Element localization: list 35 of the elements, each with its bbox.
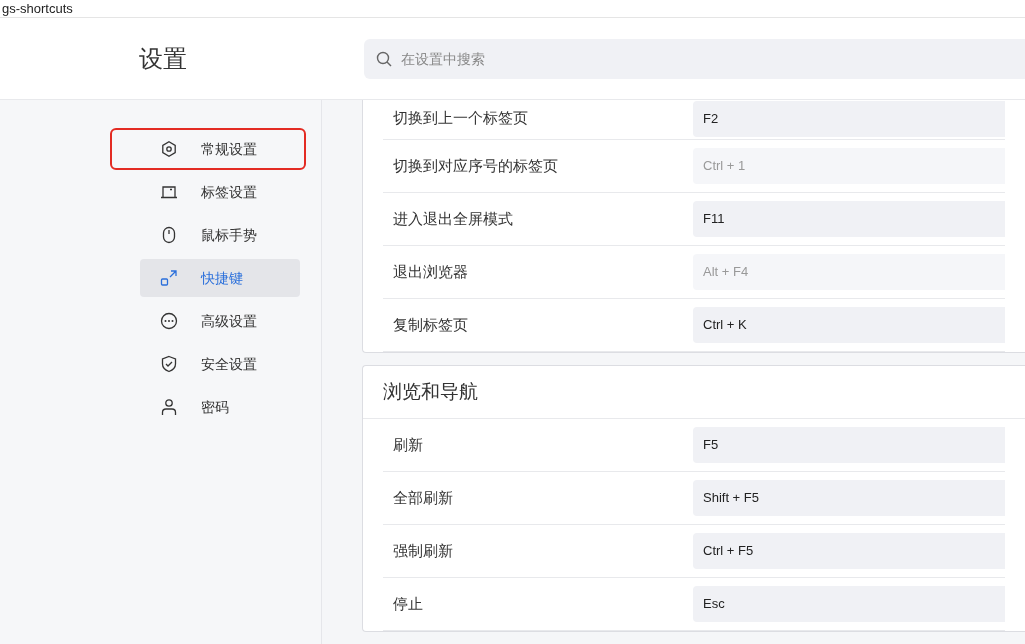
shortcut-field[interactable]: F11 [693,201,1005,237]
page-title: 设置 [139,43,187,74]
shortcut-icon [160,269,178,287]
shortcut-field[interactable]: Ctrl + K [693,307,1005,343]
search-icon [376,50,392,67]
shortcut-label: 强制刷新 [392,540,454,561]
shortcut-field[interactable]: F2 [693,100,1005,137]
sidebar-item[interactable]: 标签设置 [140,173,300,211]
shortcut-field[interactable]: Esc [693,586,1005,622]
shortcut-label: 刷新 [392,434,424,455]
user-icon [160,398,178,416]
tab-icon [160,183,178,201]
sidebar-item[interactable]: 高级设置 [140,302,300,340]
more-icon [160,312,178,330]
window-title: gs-shortcuts [1,0,73,17]
shortcut-label: 切换到对应序号的标签页 [392,155,559,176]
section-title: 浏览和导航 [383,379,478,404]
mouse-icon [160,226,178,244]
sidebar-item[interactable]: 密码 [140,388,300,426]
search-field[interactable]: 在设置中搜索 [364,38,1025,79]
shield-icon [160,355,178,373]
shortcut-field[interactable]: F5 [693,427,1005,463]
sidebar-item[interactable]: 鼠标手势 [140,216,300,254]
hexagon-icon [160,140,178,158]
shortcut-label: 退出浏览器 [392,261,469,282]
shortcut-label: 停止 [392,593,424,614]
shortcut-label: 全部刷新 [392,487,454,508]
shortcut-field[interactable]: Shift + F5 [693,480,1005,516]
shortcut-label: 切换到上一个标签页 [392,108,529,129]
shortcut-field[interactable]: Ctrl + F5 [693,533,1005,569]
shortcut-label: 复制标签页 [392,314,469,335]
sidebar-item[interactable]: 常规设置 [112,130,304,168]
sidebar-item[interactable]: 安全设置 [140,345,300,383]
shortcut-label: 进入退出全屏模式 [392,208,514,229]
sidebar-item[interactable]: 快捷键 [140,259,300,297]
